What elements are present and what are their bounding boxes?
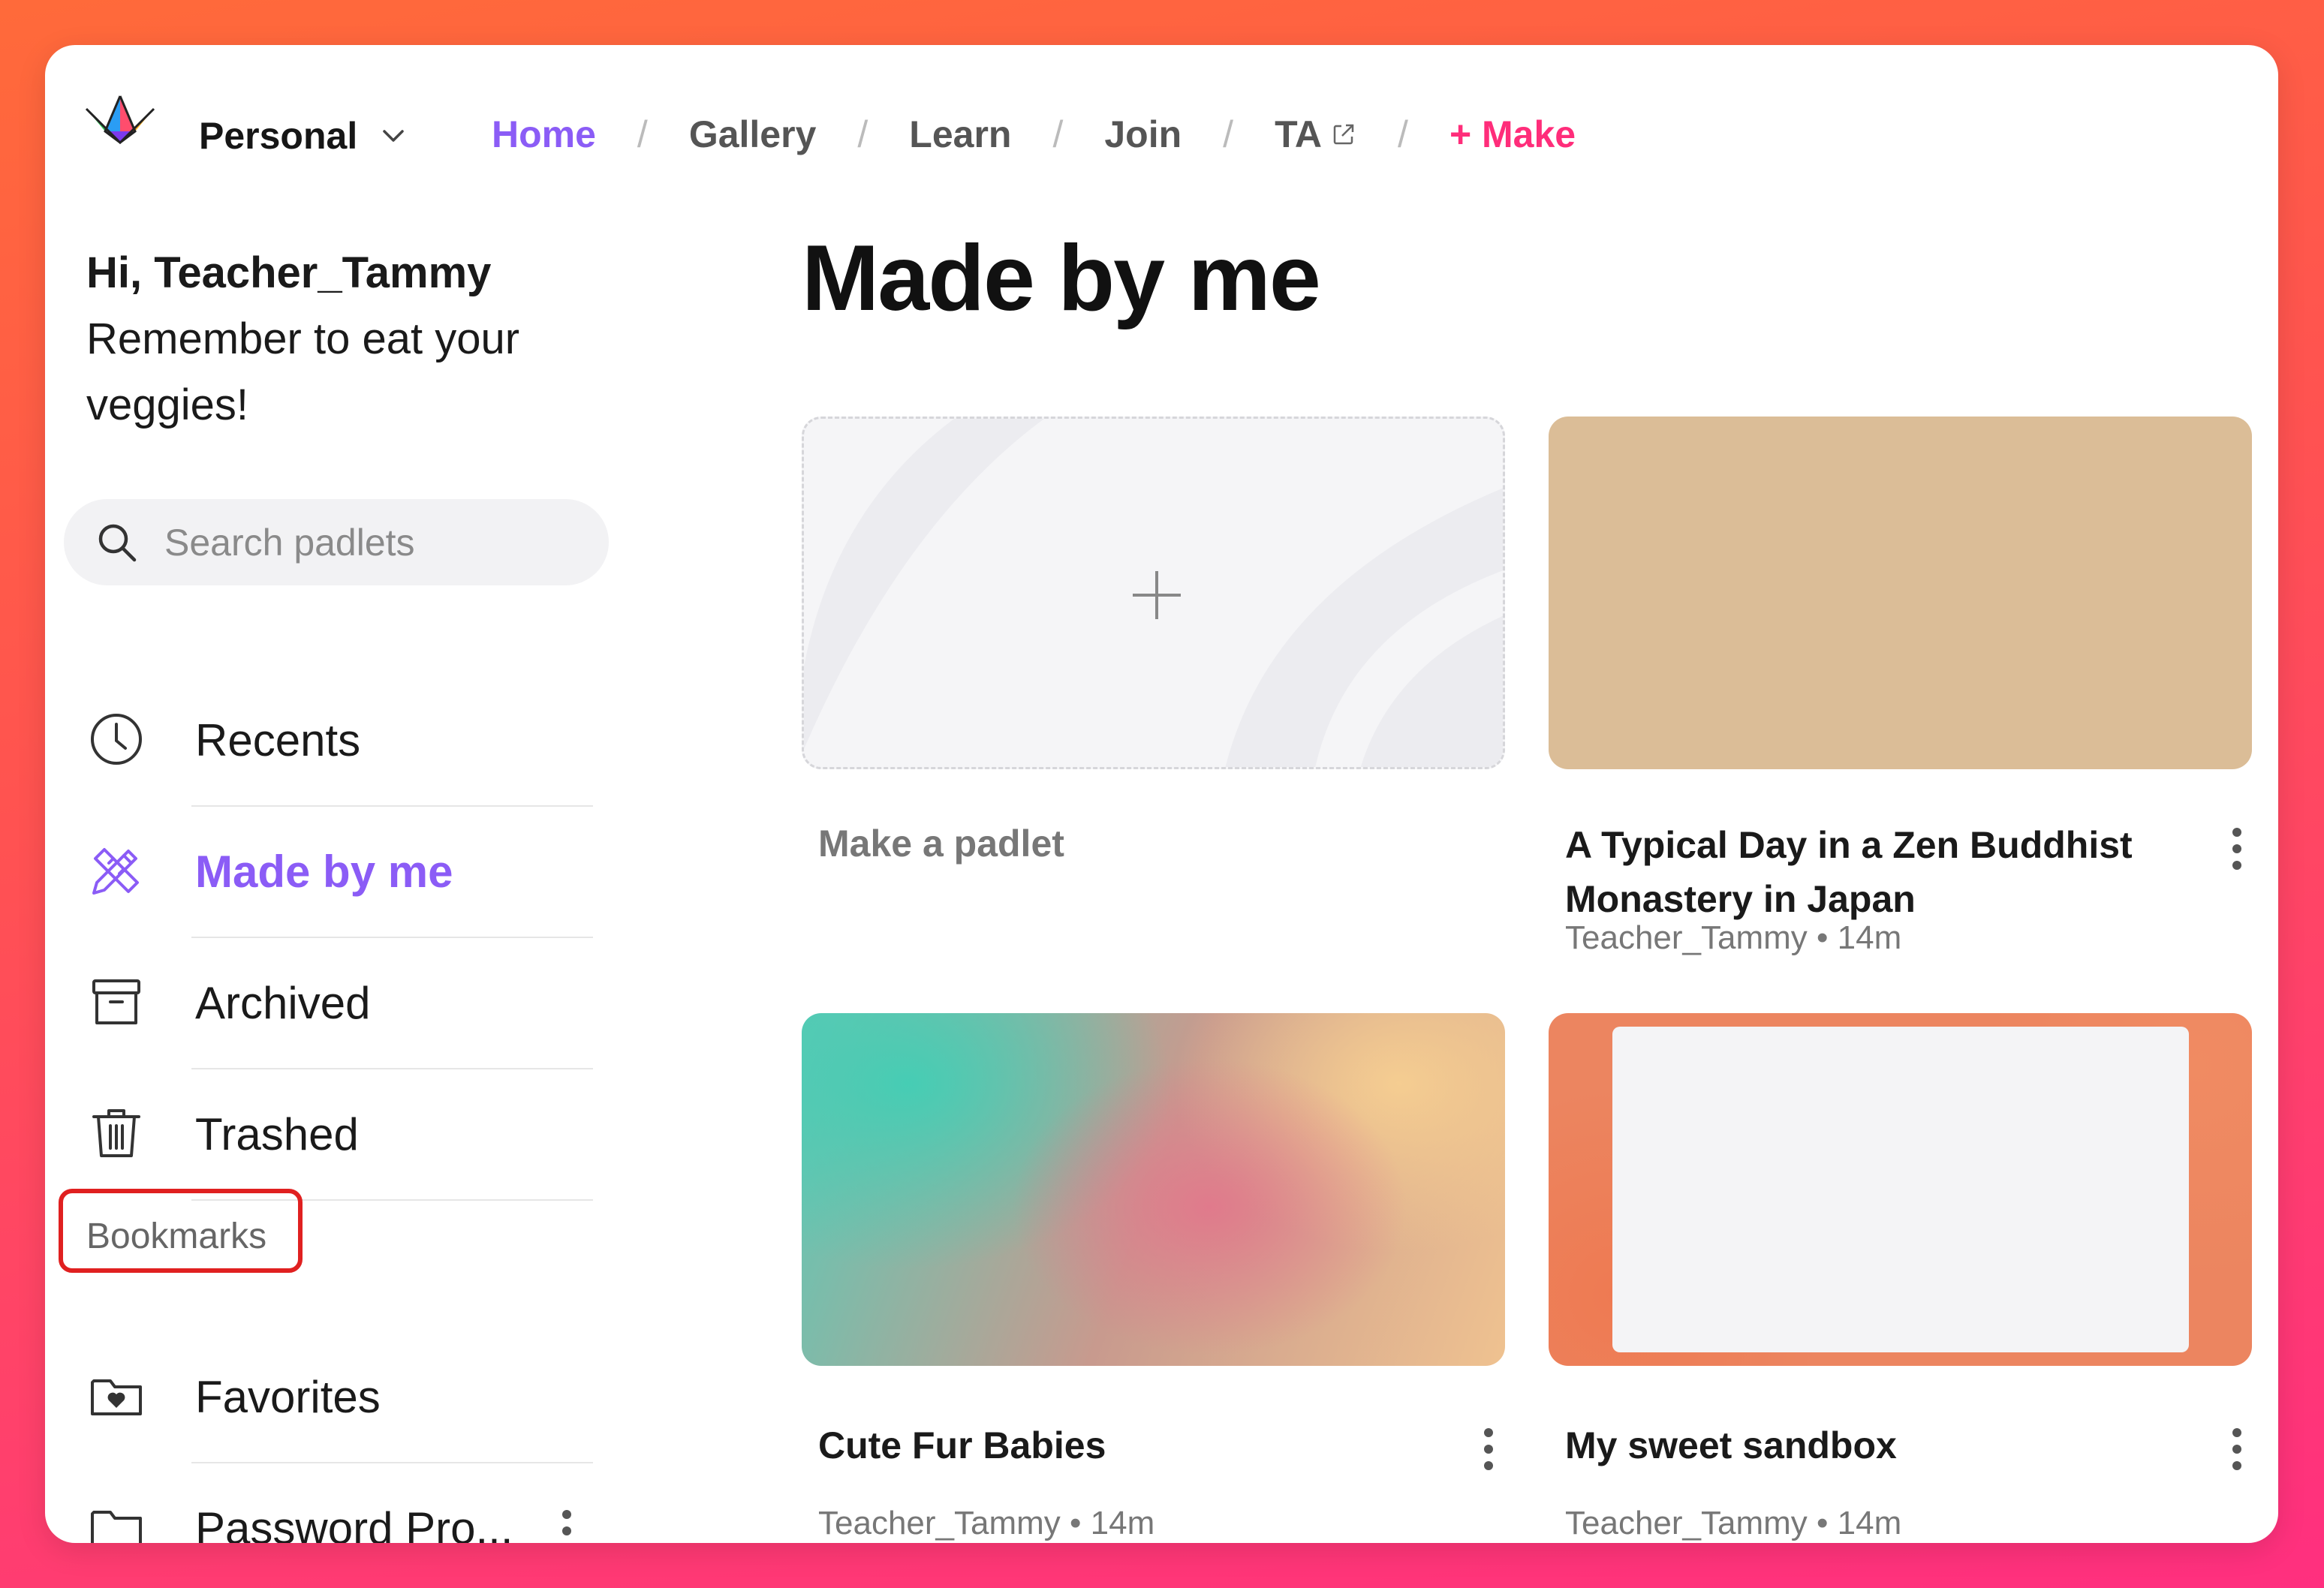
meta-separator: • bbox=[1070, 1505, 1082, 1541]
make-padlet-label[interactable]: Make a padlet bbox=[818, 822, 1064, 865]
sandbox-preview bbox=[1612, 1027, 2189, 1352]
bookmark-item-label: Favorites bbox=[195, 1372, 381, 1422]
more-options-icon[interactable] bbox=[2222, 822, 2252, 882]
greeting-hi: Hi, Teacher_Tammy bbox=[86, 248, 492, 297]
greeting: Hi, Teacher_Tammy Remember to eat your v… bbox=[86, 240, 657, 438]
external-link-icon bbox=[1333, 124, 1354, 145]
nav-separator: / bbox=[857, 113, 868, 155]
nav-separator: / bbox=[1398, 113, 1408, 155]
search-bar[interactable] bbox=[64, 499, 609, 585]
nav-learn[interactable]: Learn bbox=[909, 113, 1011, 156]
padlet-title[interactable]: Cute Fur Babies bbox=[818, 1418, 1434, 1472]
greeting-message: Remember to eat your veggies! bbox=[86, 314, 520, 429]
padlet-time: 14m bbox=[1837, 919, 1902, 956]
clock-icon bbox=[91, 714, 142, 765]
padlet-thumbnail[interactable] bbox=[802, 1013, 1505, 1366]
workspace-label: Personal bbox=[199, 115, 358, 157]
pencil-ruler-icon bbox=[92, 848, 139, 895]
bookmark-item-password-protected[interactable]: Password Pro... bbox=[45, 1463, 646, 1543]
nav-gallery[interactable]: Gallery bbox=[689, 113, 817, 156]
padlet-logo-icon[interactable] bbox=[83, 90, 158, 150]
folder-icon bbox=[91, 1511, 142, 1543]
padlet-meta: Teacher_Tammy • 14m bbox=[1565, 919, 1901, 957]
workspace-switcher[interactable]: Personal bbox=[199, 114, 408, 158]
padlet-thumbnail[interactable] bbox=[1549, 417, 2252, 769]
padlet-meta: Teacher_Tammy • 14m bbox=[1565, 1505, 1901, 1542]
search-input[interactable] bbox=[163, 519, 586, 565]
nav-separator: / bbox=[1223, 113, 1234, 155]
more-options-icon[interactable] bbox=[552, 1501, 582, 1543]
bookmark-item-favorites[interactable]: Favorites bbox=[45, 1332, 646, 1463]
folder-heart-icon bbox=[91, 1379, 142, 1415]
padlet-time: 14m bbox=[1090, 1505, 1155, 1541]
more-options-icon[interactable] bbox=[2222, 1422, 2252, 1482]
sidebar-item-label: Recents bbox=[195, 715, 361, 765]
more-options-icon[interactable] bbox=[1474, 1422, 1504, 1482]
trash-icon bbox=[92, 1109, 140, 1157]
padlet-title[interactable]: My sweet sandbox bbox=[1565, 1418, 2181, 1472]
make-padlet-card[interactable] bbox=[802, 417, 1505, 769]
nav-join[interactable]: Join bbox=[1104, 113, 1182, 156]
app-window: Personal Home / Gallery / Learn / Join /… bbox=[45, 45, 2278, 1543]
nav-ta[interactable]: TA bbox=[1275, 113, 1356, 156]
padlet-time: 14m bbox=[1837, 1505, 1902, 1541]
sidebar-item-label: Made by me bbox=[195, 847, 453, 897]
meta-separator: • bbox=[1817, 919, 1829, 956]
sidebar-item-label: Archived bbox=[195, 978, 371, 1028]
padlet-author: Teacher_Tammy bbox=[818, 1505, 1061, 1541]
plus-icon bbox=[1133, 571, 1181, 619]
padlet-author: Teacher_Tammy bbox=[1565, 919, 1808, 956]
nav-ta-label: TA bbox=[1275, 113, 1323, 155]
nav-separator: / bbox=[1052, 113, 1064, 155]
nav-separator: / bbox=[637, 113, 648, 155]
sidebar-item-archived[interactable]: Archived bbox=[45, 938, 646, 1069]
padlet-meta: Teacher_Tammy • 14m bbox=[818, 1505, 1154, 1542]
nav-home[interactable]: Home bbox=[492, 113, 596, 156]
sidebar-item-recents[interactable]: Recents bbox=[45, 675, 646, 807]
archive-box-icon bbox=[92, 979, 140, 1024]
meta-separator: • bbox=[1817, 1505, 1829, 1541]
sidebar-item-made-by-me[interactable]: Made by me bbox=[45, 807, 646, 938]
padlet-author: Teacher_Tammy bbox=[1565, 1505, 1808, 1541]
page-title: Made by me bbox=[802, 227, 1321, 330]
bookmark-item-label: Password Pro... bbox=[195, 1503, 513, 1543]
sidebar-item-trashed[interactable]: Trashed bbox=[45, 1069, 646, 1201]
sidebar-item-label: Trashed bbox=[195, 1109, 359, 1159]
nav-make-button[interactable]: + Make bbox=[1449, 113, 1576, 156]
padlet-thumbnail[interactable] bbox=[1549, 1013, 2252, 1366]
padlet-title[interactable]: A Typical Day in a Zen Buddhist Monaster… bbox=[1565, 818, 2181, 926]
search-icon bbox=[98, 524, 137, 561]
bookmarks-heading: Bookmarks bbox=[86, 1217, 267, 1256]
chevron-down-icon bbox=[383, 130, 404, 142]
top-nav: Home / Gallery / Learn / Join / TA / + M… bbox=[492, 113, 1576, 156]
